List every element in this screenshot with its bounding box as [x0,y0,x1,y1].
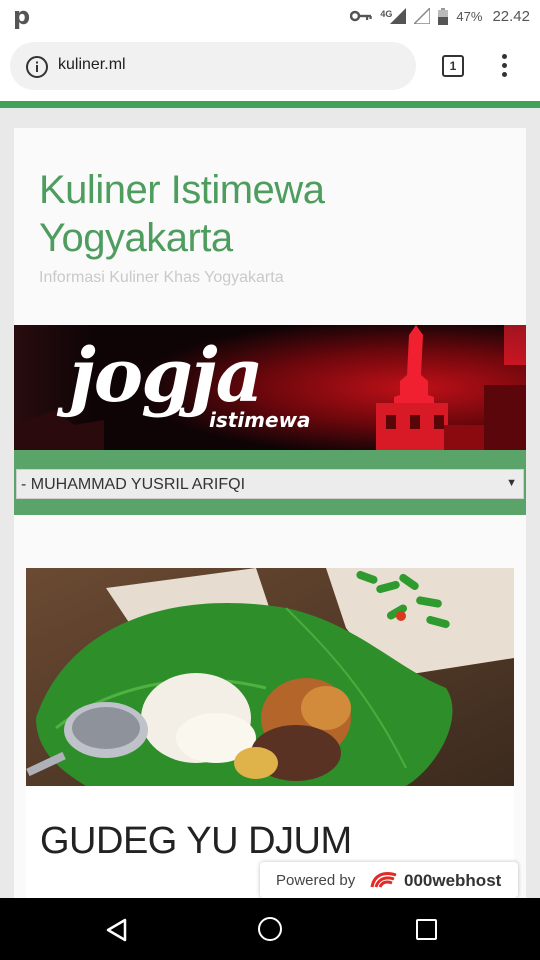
overflow-menu-icon[interactable] [498,54,510,78]
address-bar[interactable]: kuliner.ml [10,42,416,90]
app-notification-icon: p [13,2,31,30]
recent-apps-icon[interactable] [416,919,437,940]
clock: 22.42 [492,7,530,25]
webhost-name: 000webhost [404,871,502,890]
battery-icon [438,7,449,25]
gudeg-food-photo [26,568,514,786]
tab-switcher-button[interactable]: 1 [442,55,464,77]
post-card: GUDEG YU DJUM [26,568,514,898]
menu-dropdown[interactable]: - MUHAMMAD YUSRIL ARIFQI ▼ [16,469,524,499]
webhost-logo-icon [370,872,397,888]
site-description: Informasi Kuliner Khas Yogyakarta [39,269,284,286]
network-indicator: 4G [380,8,407,24]
banner-logo-subtitle: istimewa [209,408,311,432]
network-label: 4G [380,9,393,19]
site-container: Kuliner Istimewa Yogyakarta Informasi Ku… [14,128,526,898]
navigation-bar: - MUHAMMAD YUSRIL ARIFQI ▼ [14,450,526,515]
info-icon[interactable] [25,55,49,79]
powered-by-badge[interactable]: Powered by 000webhost [260,862,518,898]
url-text[interactable]: kuliner.ml [58,56,126,74]
banner-logo-text: jogja [69,333,264,419]
post-title[interactable]: GUDEG YU DJUM [40,820,352,863]
chevron-down-icon: ▼ [506,477,517,489]
menu-dropdown-value: - MUHAMMAD YUSRIL ARIFQI [21,476,246,493]
battery-percent: 47% [456,8,483,24]
powered-by-label: Powered by [276,872,356,889]
signal-empty-icon [414,8,431,24]
system-navigation-bar [0,898,540,960]
status-bar: p 4G 47% 22.42 [0,0,540,32]
back-icon[interactable] [105,918,127,942]
page-load-bar [0,101,540,108]
browser-toolbar: kuliner.ml 1 [0,32,540,102]
key-icon [350,10,373,22]
home-icon[interactable] [258,917,282,941]
header-banner: jogja istimewa [14,325,526,450]
signal-icon [390,8,407,24]
site-title[interactable]: Kuliner Istimewa Yogyakarta [39,166,499,262]
post-featured-image[interactable] [26,568,514,786]
status-icons: 4G 47% 22.42 [350,6,530,26]
